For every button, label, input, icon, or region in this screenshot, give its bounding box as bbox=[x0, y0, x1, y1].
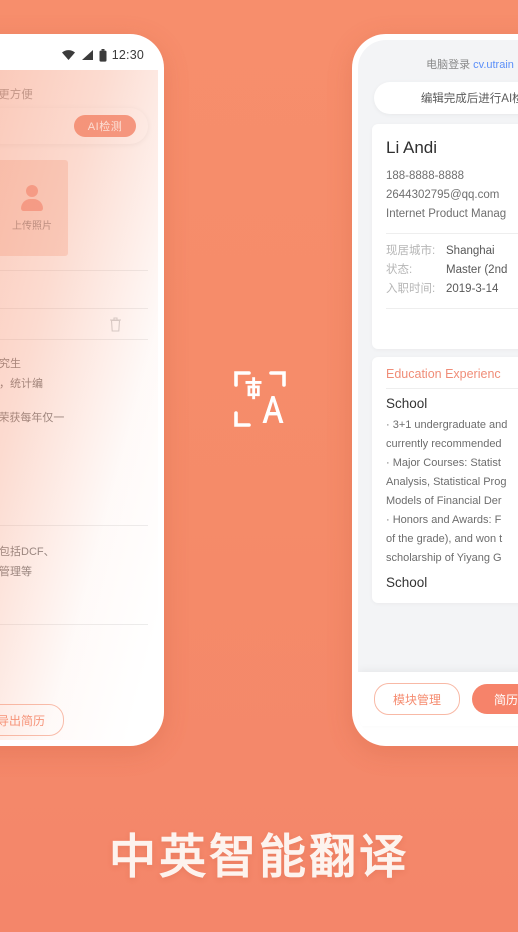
right-phone-content: 电脑登录 cv.utrain 编辑完成后进行AI检测 Li Andi 188-8… bbox=[358, 40, 518, 726]
field-key: 现居城市: bbox=[386, 245, 436, 257]
profile-field-row: 入职时间: 2019-3-14 bbox=[386, 280, 518, 299]
battery-icon bbox=[99, 48, 107, 62]
experience-line: 前5%），并荣获每年仅一 bbox=[0, 412, 65, 424]
resume-button[interactable]: 简历 bbox=[472, 684, 518, 714]
photo-upload-box[interactable]: 上传照片 bbox=[0, 160, 68, 256]
desktop-login-label: 电脑登录 bbox=[426, 59, 471, 71]
divider bbox=[0, 525, 148, 526]
person-icon bbox=[19, 184, 45, 211]
profile-card: Li Andi 188-8888-8888 2644302795@qq.com … bbox=[372, 124, 518, 349]
ai-check-bar: AI检测 bbox=[0, 108, 148, 144]
page-headline: 中英智能翻译 bbox=[109, 830, 409, 885]
translate-icon bbox=[234, 371, 286, 427]
right-phone-screen: 电脑登录 cv.utrain 编辑完成后进行AI检测 Li Andi 188-8… bbox=[358, 40, 518, 740]
school-name: School bbox=[386, 396, 428, 411]
skills-block: 报表分析（包括DCF、 分析，风险管理等 bbox=[0, 525, 148, 625]
education-bullet: · Honors and Awards: F bbox=[386, 514, 502, 526]
divider bbox=[386, 233, 518, 234]
right-phone-mockup: 电脑登录 cv.utrain 编辑完成后进行AI检测 Li Andi 188-8… bbox=[352, 34, 518, 746]
wifi-icon bbox=[61, 50, 75, 60]
education-heading: Education Experienc bbox=[386, 367, 501, 381]
divider bbox=[0, 270, 148, 271]
ai-check-button[interactable]: AI检测 bbox=[74, 115, 136, 137]
module-management-button[interactable]: 模块管理 bbox=[374, 683, 461, 715]
education-bullet: · 3+1 undergraduate and bbox=[386, 419, 508, 431]
left-status-bar: 12:30 bbox=[0, 40, 158, 70]
desktop-login-hint: 电脑登录 cv.utrain bbox=[358, 44, 518, 82]
signal-icon bbox=[81, 50, 93, 60]
education-bullet: of the grade), and won t bbox=[386, 533, 503, 545]
profile-field-row: 现居城市: Shanghai bbox=[386, 242, 518, 261]
left-top-hint: com，编辑更方便 bbox=[0, 89, 33, 101]
profile-name: Li Andi bbox=[386, 138, 438, 157]
field-value: 2019-3-14 bbox=[446, 283, 499, 295]
education-bullet: Models of Financial Der bbox=[386, 495, 502, 507]
export-resume-button[interactable]: 导出简历 bbox=[0, 704, 65, 736]
show-more-toggle[interactable]: 显示更 bbox=[386, 317, 518, 339]
education-bullet: currently recommended bbox=[386, 438, 502, 450]
experience-line: 金等 bbox=[0, 428, 148, 448]
trash-icon[interactable] bbox=[109, 317, 122, 332]
field-value: Master (2nd bbox=[446, 264, 508, 276]
education-bullet: · Major Courses: Statist bbox=[386, 457, 501, 469]
left-phone-footer: 预览 导出简历 bbox=[0, 700, 148, 740]
school-name: School bbox=[386, 575, 428, 590]
profile-email: 2644302795@qq.com bbox=[386, 189, 500, 201]
basic-info-title: 基本信息 bbox=[0, 279, 148, 295]
profile-title: Internet Product Manag bbox=[386, 208, 507, 220]
photo-upload-label: 上传照片 bbox=[12, 220, 52, 232]
profile-phone: 188-8888-8888 bbox=[386, 170, 465, 182]
status-time: 12:30 bbox=[111, 48, 144, 62]
field-key: 入职时间: bbox=[386, 283, 436, 295]
left-phone-screen: 12:30 com，编辑更方便 AI检测 上传照片 基本信息 bbox=[0, 40, 158, 740]
education-bullet: scholarship of Yiyang G bbox=[386, 552, 502, 564]
divider bbox=[386, 308, 518, 309]
divider bbox=[0, 624, 148, 625]
divider bbox=[386, 388, 518, 389]
basic-info-section: 基本信息 bbox=[0, 270, 148, 295]
left-phone-content: com，编辑更方便 AI检测 上传照片 基本信息 bbox=[0, 70, 158, 740]
experience-block: 保送硕士研究生 ，数值分析，统计编 前5%），并荣获每年仅一 金等 bbox=[0, 308, 148, 448]
education-card: Education Experienc School · 3+1 undergr… bbox=[372, 357, 518, 603]
education-bullet: Analysis, Statistical Prog bbox=[386, 476, 507, 488]
skills-line: 报表分析（包括DCF、 bbox=[0, 546, 55, 558]
desktop-login-url[interactable]: cv.utrain bbox=[473, 59, 514, 71]
profile-field-row: 状态: Master (2nd bbox=[386, 261, 518, 280]
field-key: 状态: bbox=[386, 264, 413, 276]
experience-line: ，数值分析，统计编 bbox=[0, 378, 43, 390]
field-value: Shanghai bbox=[446, 245, 495, 257]
experience-line: 保送硕士研究生 bbox=[0, 358, 21, 370]
promo-screen: 12:30 com，编辑更方便 AI检测 上传照片 基本信息 bbox=[0, 0, 518, 932]
right-phone-footer: 模块管理 简历 bbox=[358, 672, 518, 726]
skills-line: 分析，风险管理等 bbox=[0, 566, 32, 578]
ai-check-hint-bar[interactable]: 编辑完成后进行AI检测 bbox=[374, 82, 518, 114]
left-phone-mockup: 12:30 com，编辑更方便 AI检测 上传照片 基本信息 bbox=[0, 34, 164, 746]
